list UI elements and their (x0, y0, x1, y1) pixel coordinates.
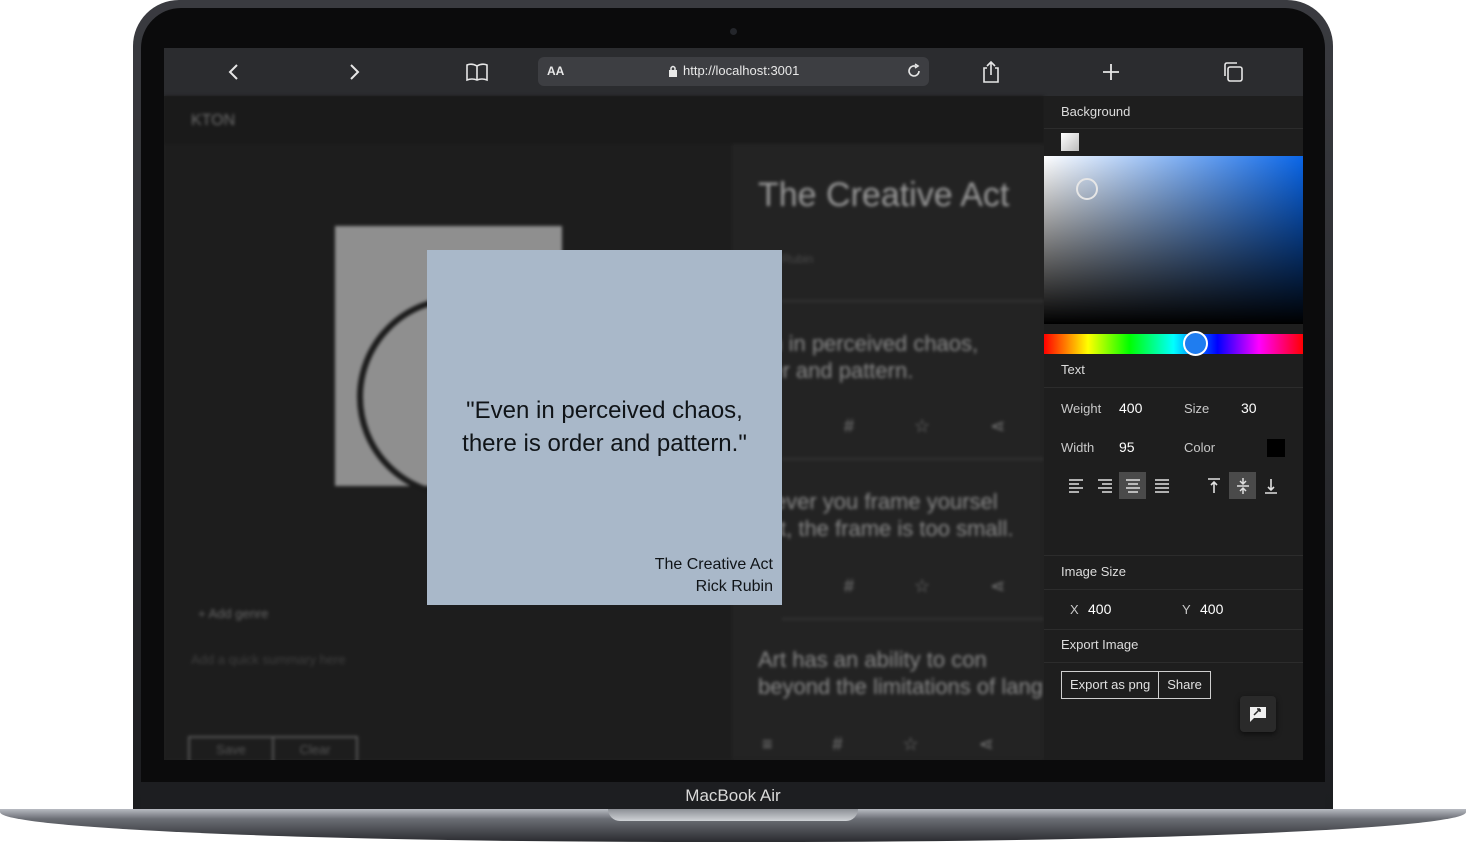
add-genre-link[interactable]: + Add genre (198, 606, 268, 621)
export-png-button[interactable]: Export as png (1061, 671, 1160, 699)
background-section-title: Background (1061, 104, 1131, 119)
save-button[interactable]: Save (188, 736, 274, 760)
star-icon[interactable]: ☆ (914, 576, 930, 597)
divider (1044, 387, 1303, 388)
card-quote-line: there is order and pattern." (462, 430, 747, 457)
quote-item[interactable]: en in perceived chaos, der and pattern. (758, 330, 1058, 384)
share-icon[interactable]: ⋖ (990, 416, 1005, 437)
hue-slider[interactable] (1044, 331, 1303, 356)
align-center-icon[interactable] (1119, 472, 1146, 499)
weight-input[interactable]: 400 (1119, 400, 1142, 416)
color-picker-handle[interactable] (1076, 178, 1098, 200)
y-label: Y (1182, 602, 1191, 617)
text-section-title: Text (1061, 362, 1085, 377)
valign-bottom-icon[interactable] (1257, 472, 1284, 499)
address-bar[interactable]: AA http://localhost:3001 (538, 57, 929, 86)
saturation-value-picker[interactable] (1044, 156, 1303, 324)
width-input[interactable]: 95 (1119, 439, 1135, 455)
background-swatch[interactable] (1061, 133, 1079, 151)
screen: AA http://localhost:3001 KTON + Add genr… (164, 48, 1303, 760)
back-icon[interactable] (220, 58, 248, 86)
divider (782, 300, 1044, 302)
image-size-section-title: Image Size (1061, 564, 1127, 579)
tabs-overview-icon[interactable] (1219, 58, 1247, 86)
weight-label: Weight (1061, 401, 1102, 416)
camera (730, 28, 737, 35)
summary-input[interactable]: Add a quick summary here (191, 652, 346, 667)
y-input[interactable]: 400 (1200, 601, 1223, 617)
star-icon[interactable]: ☆ (903, 734, 919, 755)
hashtag-icon[interactable]: # (833, 734, 843, 755)
bookmarks-icon[interactable] (463, 58, 491, 86)
text-color-swatch[interactable] (1267, 439, 1285, 457)
align-justify-icon[interactable] (1148, 472, 1175, 499)
lock-icon (669, 65, 677, 77)
align-left-icon[interactable] (1062, 472, 1089, 499)
url-text: http://localhost:3001 (683, 63, 800, 78)
forward-icon[interactable] (340, 58, 368, 86)
width-label: Width (1061, 440, 1095, 455)
hashtag-icon[interactable]: # (844, 576, 854, 597)
divider (1044, 128, 1303, 129)
image-editor-panel: Background Text Weight 400 Size 30 Width… (1044, 96, 1303, 760)
valign-middle-icon[interactable] (1229, 472, 1256, 499)
color-label: Color (1184, 440, 1216, 455)
quote-image-preview: "Even in perceived chaos, there is order… (427, 250, 782, 605)
notes-icon[interactable]: ≡ (762, 734, 773, 755)
book-author: Rubin (782, 252, 814, 266)
share-icon[interactable] (977, 58, 1005, 86)
size-label: Size (1184, 401, 1210, 416)
card-book-title: The Creative Act (654, 556, 773, 573)
hue-slider-handle[interactable] (1183, 331, 1208, 356)
device-label: MacBook Air (141, 782, 1325, 810)
quote-item[interactable]: wever you frame yoursel tist, the frame … (758, 488, 1058, 542)
align-right-icon[interactable] (1091, 472, 1118, 499)
browser-toolbar: AA http://localhost:3001 (164, 48, 1303, 96)
valign-top-icon[interactable] (1200, 472, 1227, 499)
divider (782, 458, 1044, 460)
hashtag-icon[interactable]: # (844, 416, 854, 437)
reload-icon[interactable] (905, 62, 923, 85)
divider (782, 618, 1044, 620)
quote-item[interactable]: Art has an ability to con beyond the lim… (758, 646, 1058, 700)
feedback-icon[interactable] (1240, 696, 1276, 732)
new-tab-icon[interactable] (1097, 58, 1125, 86)
x-input[interactable]: 400 (1088, 601, 1111, 617)
text-size-button[interactable]: AA (547, 64, 564, 78)
clear-button[interactable]: Clear (274, 736, 358, 760)
star-icon[interactable]: ☆ (914, 416, 930, 437)
share-button[interactable]: Share (1159, 671, 1211, 699)
x-label: X (1070, 602, 1079, 617)
share-icon[interactable]: ⋖ (990, 576, 1005, 597)
divider (1044, 589, 1303, 590)
card-author: Rick Rubin (695, 578, 773, 595)
book-title: The Creative Act (758, 176, 1010, 214)
share-icon[interactable]: ⋖ (979, 734, 994, 755)
app-logo[interactable]: KTON (191, 112, 235, 130)
size-input[interactable]: 30 (1241, 400, 1257, 416)
card-quote-line: "Even in perceived chaos, (466, 397, 743, 424)
laptop-notch (608, 809, 858, 821)
divider (1044, 662, 1303, 663)
export-section-title: Export Image (1061, 637, 1139, 652)
